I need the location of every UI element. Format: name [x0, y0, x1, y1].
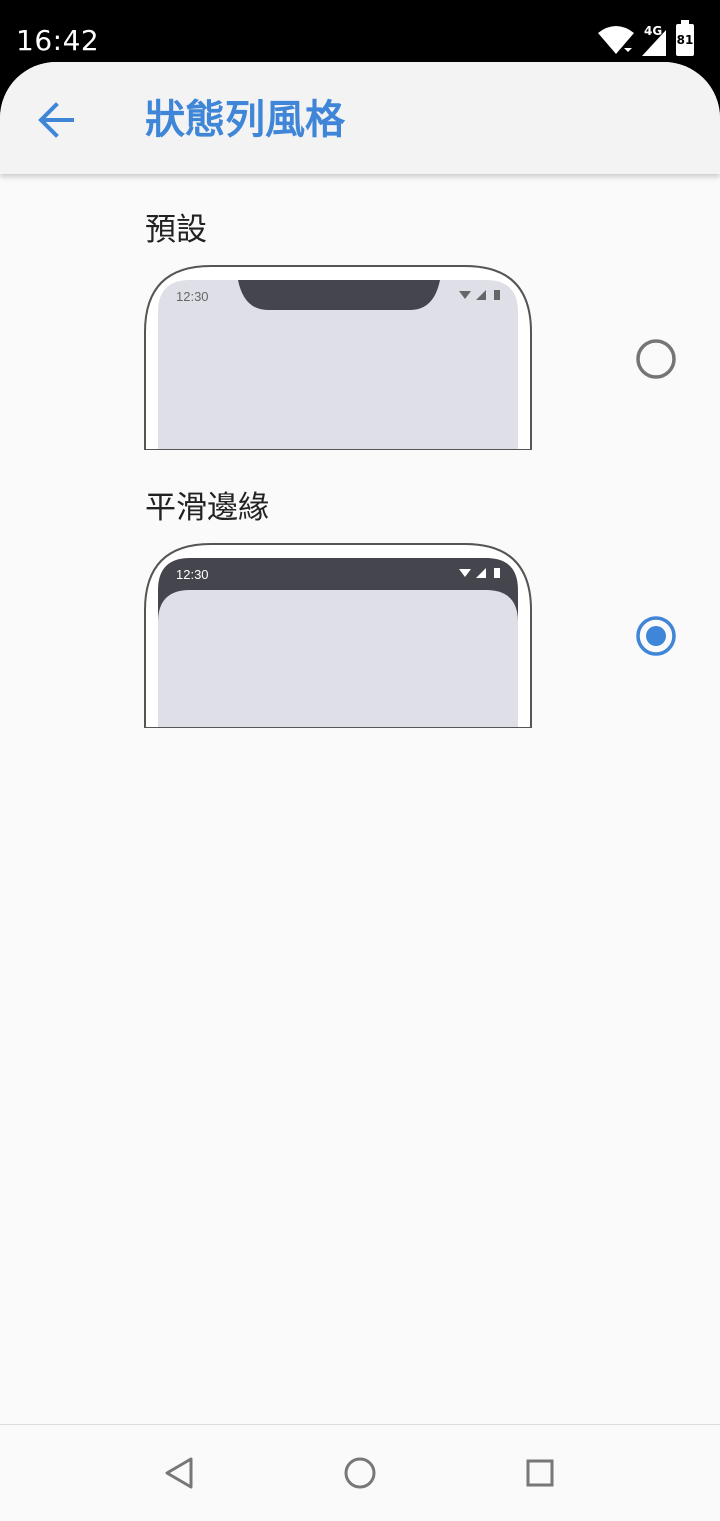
signal-icon: [642, 30, 666, 56]
app-bar: 狀態列風格: [0, 62, 720, 174]
arrow-left-icon: [38, 102, 74, 138]
app-surface: 狀態列風格 預設 12:30 平滑邊緣 12:30: [0, 62, 720, 1520]
option-smooth-label[interactable]: 平滑邊緣: [145, 488, 269, 528]
back-triangle-icon: [165, 1457, 193, 1489]
home-circle-icon: [344, 1457, 376, 1489]
battery-icon: 81: [676, 20, 694, 56]
status-time: 16:42: [16, 24, 100, 57]
preview-default-time: 12:30: [176, 289, 209, 304]
preview-default-notch[interactable]: 12:30: [144, 264, 532, 450]
battery-level: 81: [676, 33, 694, 47]
navigation-bar: [0, 1424, 720, 1521]
radio-smooth[interactable]: [635, 615, 677, 657]
option-default-label[interactable]: 預設: [145, 210, 207, 250]
page-title: 狀態列風格: [145, 97, 345, 143]
status-icons: 4G 81: [598, 20, 706, 58]
radio-default[interactable]: [635, 338, 677, 380]
recents-square-icon: [526, 1459, 554, 1487]
wifi-icon: [598, 26, 634, 54]
nav-home-button[interactable]: [335, 1449, 385, 1499]
preview-smooth-edge[interactable]: 12:30: [144, 542, 532, 728]
nav-recents-button[interactable]: [515, 1449, 565, 1499]
nav-back-button[interactable]: [155, 1449, 205, 1499]
preview-smooth-time: 12:30: [176, 567, 209, 582]
back-button[interactable]: [28, 92, 84, 148]
